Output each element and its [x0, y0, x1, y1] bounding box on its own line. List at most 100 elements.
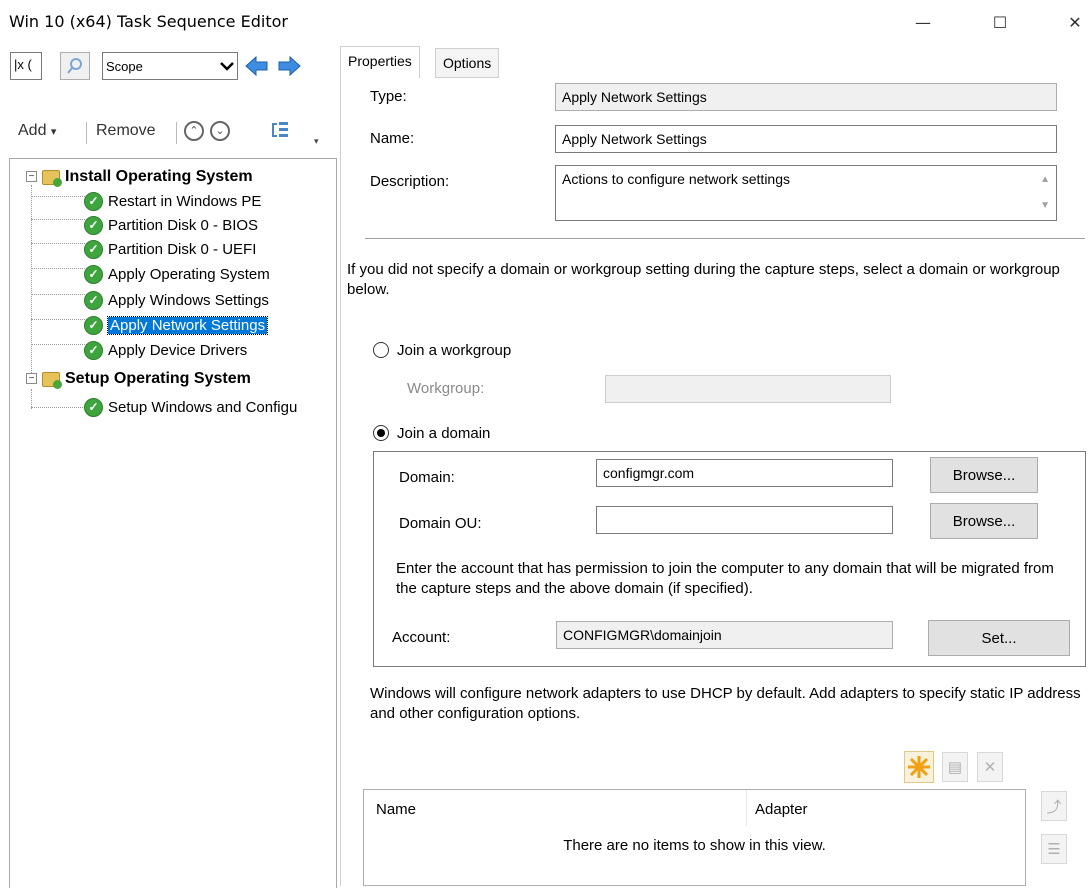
empty-list-text: There are no items to show in this view. [563, 837, 826, 854]
intro-text: If you did not specify a domain or workg… [347, 261, 1060, 298]
column-adapter[interactable]: Adapter [755, 801, 808, 818]
domain-browse-button[interactable]: Browse... [930, 457, 1038, 493]
tree-item[interactable]: ✓ Partition Disk 0 - BIOS [84, 213, 258, 237]
check-icon: ✓ [84, 239, 103, 259]
domain-group-box: Domain: configmgr.com Browse... Domain O… [373, 451, 1086, 667]
tree-connector [31, 294, 89, 295]
search-toolbar: |x ( Scope [10, 52, 310, 84]
check-icon: ✓ [84, 315, 103, 335]
check-icon: ✓ [84, 191, 103, 211]
scroll-up-icon[interactable]: ▲ [1040, 174, 1050, 185]
tree-connector [31, 219, 89, 220]
overflow-icon[interactable]: ▾ [314, 136, 319, 147]
tree-item-label: Apply Windows Settings [108, 291, 269, 309]
scope-label: Scope [106, 58, 143, 74]
check-icon: ✓ [84, 397, 103, 417]
tree-item-label: Apply Operating System [108, 265, 270, 283]
tree-item-selected[interactable]: ✓ Apply Network Settings [84, 313, 269, 337]
name-label: Name: [370, 130, 415, 147]
minimize-button[interactable]: — [900, 6, 946, 38]
workgroup-radio[interactable] [373, 342, 389, 358]
scroll-down-icon[interactable]: ▼ [1040, 200, 1050, 211]
domain-label: Domain: [399, 469, 455, 486]
tree-item-label: Partition Disk 0 - BIOS [108, 216, 259, 234]
domain-option-label: Join a domain [397, 425, 491, 442]
maximize-button[interactable]: ☐ [977, 6, 1023, 38]
delete-icon[interactable]: ✕ [977, 752, 1003, 782]
remove-button[interactable]: Remove [96, 122, 156, 140]
account-label: Account: [392, 629, 451, 646]
description-field[interactable]: Actions to configure network settings ▲ … [555, 165, 1057, 221]
description-label: Description: [370, 173, 450, 190]
settings-list-icon[interactable]: ☰ [1041, 834, 1067, 864]
tree-item-label: Apply Device Drivers [108, 341, 248, 359]
description-text: Actions to configure network settings [562, 171, 791, 187]
tree-connector [31, 243, 89, 244]
divider [86, 122, 87, 144]
tree-connector [31, 344, 89, 345]
close-button[interactable]: ✕ [1052, 6, 1088, 38]
search-icon[interactable] [60, 52, 90, 80]
separator [365, 238, 1085, 239]
domain-ou-field[interactable] [596, 506, 893, 534]
domain-radio[interactable] [373, 425, 389, 441]
tree-connector [31, 185, 32, 381]
forward-arrow-icon[interactable] [274, 52, 304, 80]
name-field[interactable]: Apply Network Settings [555, 125, 1057, 153]
tree-item-label: Restart in Windows PE [108, 192, 262, 210]
properties-panel: Type: Apply Network Settings Name: Apply… [340, 78, 1088, 886]
collapse-toggle[interactable]: − [26, 171, 37, 182]
add-button[interactable]: Add ▾ [18, 122, 56, 140]
move-up-icon[interactable]: ⌃ [184, 121, 204, 141]
search-input[interactable]: |x ( [10, 52, 42, 80]
command-bar: Add ▾ Remove ⌃ ⌄ ▾ [10, 118, 330, 148]
domain-ou-browse-button[interactable]: Browse... [930, 503, 1038, 539]
tab-properties[interactable]: Properties [340, 46, 420, 78]
new-adapter-icon[interactable] [904, 751, 934, 786]
set-account-button[interactable]: Set... [928, 620, 1070, 656]
folder-icon [42, 169, 62, 187]
tree-connector [31, 319, 89, 320]
add-label: Add [18, 122, 47, 139]
column-name[interactable]: Name [376, 801, 416, 818]
tree-item[interactable]: ✓ Apply Windows Settings [84, 288, 269, 312]
tree-group-install-os[interactable]: Install Operating System [42, 165, 253, 189]
tree-item[interactable]: ✓ Apply Device Drivers [84, 338, 247, 362]
tree-item-label: Apply Network Settings [106, 315, 269, 335]
collapse-toggle[interactable]: − [26, 373, 37, 384]
divider [176, 122, 177, 144]
workgroup-option-label: Join a workgroup [397, 342, 512, 359]
tree-connector [31, 196, 89, 197]
tree-item[interactable]: ✓ Restart in Windows PE [84, 189, 261, 213]
import-icon[interactable]: ⤴ [1041, 791, 1067, 821]
tree-group-label: Setup Operating System [65, 370, 251, 387]
tree-connector [31, 407, 89, 408]
list-header: Name Adapter [364, 790, 1025, 826]
adapters-list[interactable]: Name Adapter There are no items to show … [363, 789, 1026, 886]
task-sequence-tree[interactable]: − Install Operating System ✓ Restart in … [9, 158, 337, 888]
check-icon: ✓ [84, 215, 103, 235]
title-bar: Win 10 (x64) Task Sequence Editor — ☐ ✕ [0, 0, 1088, 44]
tree-group-setup-os[interactable]: Setup Operating System [42, 367, 251, 391]
scope-dropdown[interactable]: Scope [102, 52, 238, 80]
tree-item[interactable]: ✓ Setup Windows and Configu [84, 395, 297, 419]
properties-icon[interactable]: ▤ [942, 752, 968, 782]
tree-item[interactable]: ✓ Partition Disk 0 - UEFI [84, 237, 256, 261]
column-divider [746, 790, 747, 826]
check-icon: ✓ [84, 264, 103, 284]
workgroup-field [605, 375, 891, 403]
tree-item-label: Setup Windows and Configu [108, 398, 298, 416]
tree-item[interactable]: ✓ Apply Operating System [84, 262, 270, 286]
tree-group-label: Install Operating System [65, 168, 253, 185]
tree-connector [31, 268, 89, 269]
tree-item-label: Partition Disk 0 - UEFI [108, 240, 257, 258]
move-down-icon[interactable]: ⌄ [210, 121, 230, 141]
chevron-down-icon [220, 59, 234, 74]
domain-field[interactable]: configmgr.com [596, 459, 893, 487]
back-arrow-icon[interactable] [242, 52, 272, 80]
workgroup-label: Workgroup: [407, 380, 485, 397]
options-icon[interactable] [270, 120, 290, 145]
window-title: Win 10 (x64) Task Sequence Editor [9, 12, 288, 31]
tab-options[interactable]: Options [435, 48, 500, 78]
dropdown-arrow-icon: ▾ [50, 126, 57, 138]
